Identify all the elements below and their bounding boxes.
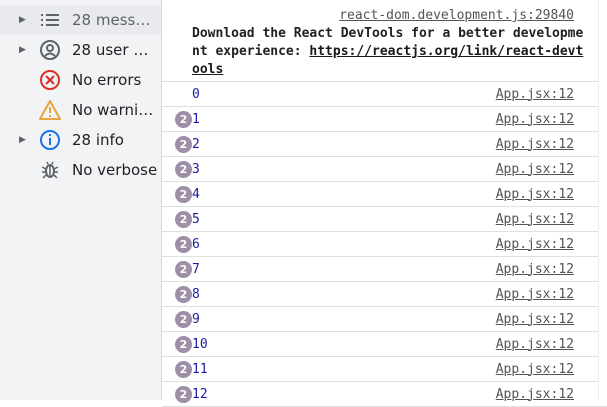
list-icon	[38, 8, 62, 32]
source-link[interactable]: App.jsx:12	[496, 362, 574, 377]
expand-arrow-icon[interactable]: ▶	[19, 135, 37, 145]
source-link[interactable]: App.jsx:12	[496, 387, 574, 402]
log-row: 2 3 App.jsx:12	[162, 157, 607, 182]
log-value: 11	[192, 361, 208, 377]
log-row: 2 8 App.jsx:12	[162, 282, 607, 307]
log-value: 10	[192, 336, 208, 352]
source-link[interactable]: App.jsx:12	[496, 87, 574, 102]
repeat-count-badge: 2	[175, 110, 192, 128]
repeat-count-badge: 2	[175, 360, 192, 378]
sidebar-item-warnings[interactable]: ▶ No warnings	[0, 95, 161, 125]
repeat-count-badge: 2	[175, 135, 192, 153]
console-output: react-dom.development.js:29840 Download …	[162, 0, 607, 407]
log-row: 2 9 App.jsx:12	[162, 307, 607, 332]
expand-arrow-icon[interactable]: ▶	[19, 45, 37, 55]
source-link[interactable]: react-dom.development.js:29840	[339, 8, 574, 23]
repeat-count-badge: 2	[175, 335, 192, 353]
sidebar-item-info[interactable]: ▶ 28 info	[0, 125, 161, 155]
log-row: 2 11 App.jsx:12	[162, 357, 607, 382]
repeat-count-badge: 2	[175, 210, 192, 228]
source-link[interactable]: App.jsx:12	[496, 262, 574, 277]
repeat-count-badge: 2	[175, 235, 192, 253]
sidebar-item-label: 28 messages	[72, 11, 158, 29]
source-link[interactable]: App.jsx:12	[496, 137, 574, 152]
log-row: 2 5 App.jsx:12	[162, 207, 607, 232]
log-value: 7	[192, 261, 200, 277]
error-icon	[38, 68, 62, 92]
source-link[interactable]: App.jsx:12	[496, 337, 574, 352]
log-value: 5	[192, 211, 200, 227]
sidebar-item-verbose[interactable]: ▶ No verbose	[0, 155, 161, 185]
log-row: 0 App.jsx:12	[162, 82, 607, 107]
log-value: 6	[192, 236, 200, 252]
log-value: 8	[192, 286, 200, 302]
scrollbar[interactable]	[598, 0, 607, 400]
log-row: 2 4 App.jsx:12	[162, 182, 607, 207]
sidebar-item-label: No errors	[72, 71, 142, 89]
log-row: 2 7 App.jsx:12	[162, 257, 607, 282]
repeat-count-badge: 2	[175, 285, 192, 303]
log-row: 2 12 App.jsx:12	[162, 382, 607, 407]
message-text: Download the React DevTools for a better…	[192, 25, 584, 79]
repeat-count-badge: 2	[175, 160, 192, 178]
source-link[interactable]: App.jsx:12	[496, 287, 574, 302]
source-link[interactable]: App.jsx:12	[496, 212, 574, 227]
sidebar-item-label: No verbose	[72, 161, 158, 179]
source-link[interactable]: App.jsx:12	[496, 187, 574, 202]
repeat-count-badge: 2	[175, 185, 192, 203]
info-icon	[38, 128, 62, 152]
user-icon	[38, 38, 62, 62]
source-link[interactable]: App.jsx:12	[496, 237, 574, 252]
warning-icon	[38, 98, 62, 122]
log-value: 12	[192, 386, 208, 402]
log-row: 2 6 App.jsx:12	[162, 232, 607, 257]
console-sidebar: ▶ 28 messages ▶ 28 user me… ▶	[0, 0, 162, 400]
log-value: 0	[192, 86, 200, 102]
log-value: 2	[192, 136, 200, 152]
log-row: 2 1 App.jsx:12	[162, 107, 607, 132]
source-link[interactable]: App.jsx:12	[496, 112, 574, 127]
log-value: 3	[192, 161, 200, 177]
log-value: 9	[192, 311, 200, 327]
source-link[interactable]: App.jsx:12	[496, 312, 574, 327]
log-row: 2 2 App.jsx:12	[162, 132, 607, 157]
sidebar-item-label: 28 info	[72, 131, 124, 149]
sidebar-item-user-messages[interactable]: ▶ 28 user me…	[0, 35, 161, 65]
sidebar-item-label: 28 user me…	[72, 41, 158, 59]
bug-icon	[38, 158, 62, 182]
sidebar-item-messages[interactable]: ▶ 28 messages	[0, 5, 161, 35]
console-message-devtools: react-dom.development.js:29840 Download …	[162, 0, 607, 82]
source-link[interactable]: App.jsx:12	[496, 162, 574, 177]
sidebar-item-label: No warnings	[72, 101, 158, 119]
log-value: 4	[192, 186, 200, 202]
log-row: 2 10 App.jsx:12	[162, 332, 607, 357]
sidebar-item-errors[interactable]: ▶ No errors	[0, 65, 161, 95]
log-value: 1	[192, 111, 200, 127]
repeat-count-badge: 2	[175, 260, 192, 278]
repeat-count-badge: 2	[175, 310, 192, 328]
expand-arrow-icon[interactable]: ▶	[19, 15, 37, 25]
